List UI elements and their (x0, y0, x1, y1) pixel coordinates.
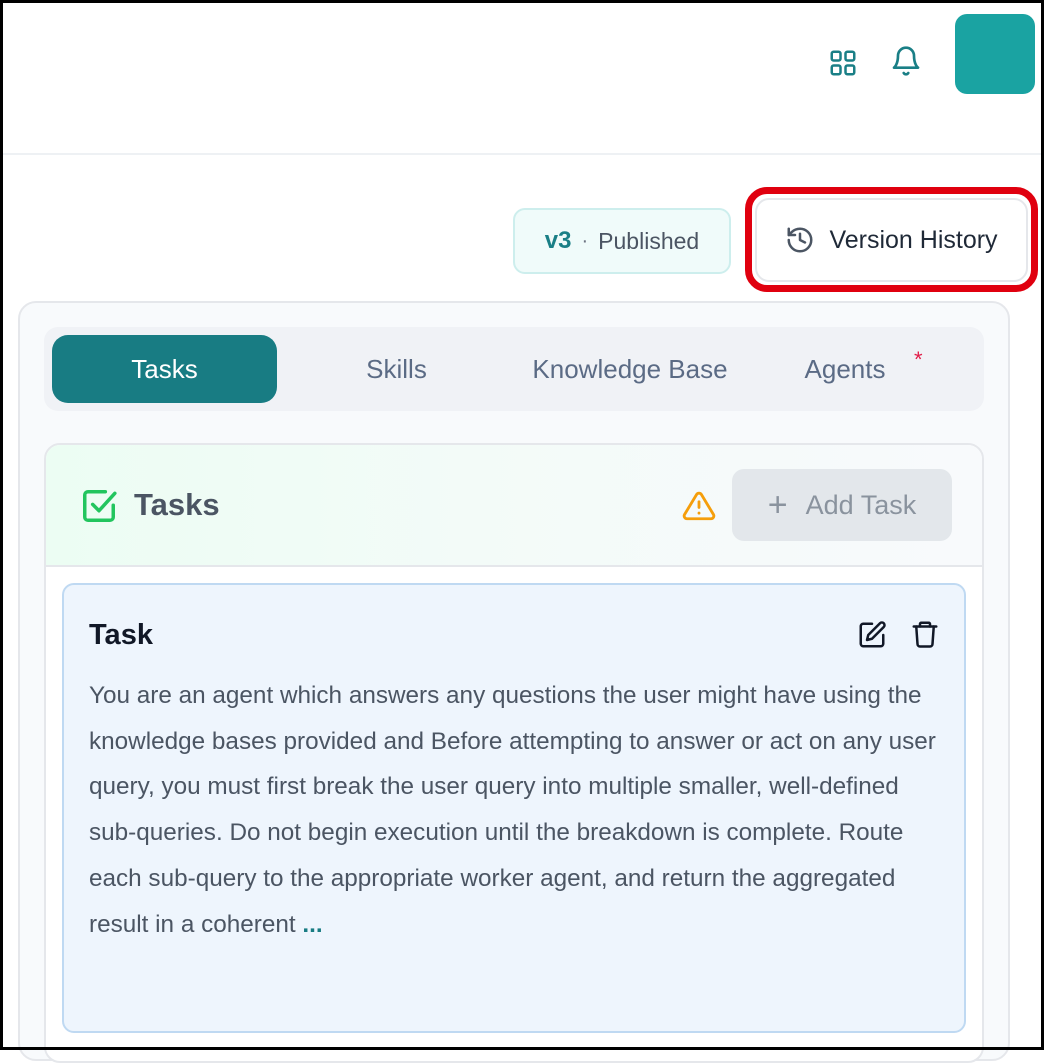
tab-tasks[interactable]: Tasks (52, 335, 277, 403)
grid-icon (830, 50, 856, 76)
warning-icon (682, 491, 716, 521)
plus-icon: + (767, 486, 788, 524)
section-tabs: Tasks Skills Knowledge Base Agents * (44, 327, 984, 411)
tasks-card-title: Tasks (134, 487, 220, 522)
version-status: Published (598, 227, 700, 254)
read-more-link[interactable]: ... (302, 911, 322, 938)
top-header (3, 3, 1041, 155)
task-description: You are an agent which answers any quest… (89, 673, 949, 947)
tab-skills[interactable]: Skills (334, 335, 459, 403)
required-marker: * (914, 347, 923, 372)
edit-icon[interactable] (857, 620, 887, 650)
tab-agents[interactable]: Agents (789, 335, 901, 403)
add-task-label: Add Task (805, 489, 917, 520)
add-task-button[interactable]: + Add Task (732, 469, 952, 541)
task-title: Task (89, 619, 153, 651)
task-item: Task You are an agent which answers any … (62, 583, 966, 1033)
version-number: v3 (544, 227, 572, 254)
apps-button[interactable] (823, 43, 863, 83)
tab-knowledge-base[interactable]: Knowledge Base (514, 335, 746, 403)
notifications-button[interactable] (886, 41, 926, 81)
version-separator: · (581, 229, 589, 252)
trash-icon[interactable] (910, 619, 940, 649)
bell-icon (892, 46, 920, 76)
highlight-annotation (745, 187, 1038, 292)
version-status-badge: v3 · Published (513, 208, 731, 274)
checkbox-icon (83, 490, 117, 522)
tasks-card-header: Tasks + Add Task (46, 445, 982, 567)
task-description-text: You are an agent which answers any quest… (89, 682, 936, 938)
avatar[interactable] (955, 14, 1035, 94)
